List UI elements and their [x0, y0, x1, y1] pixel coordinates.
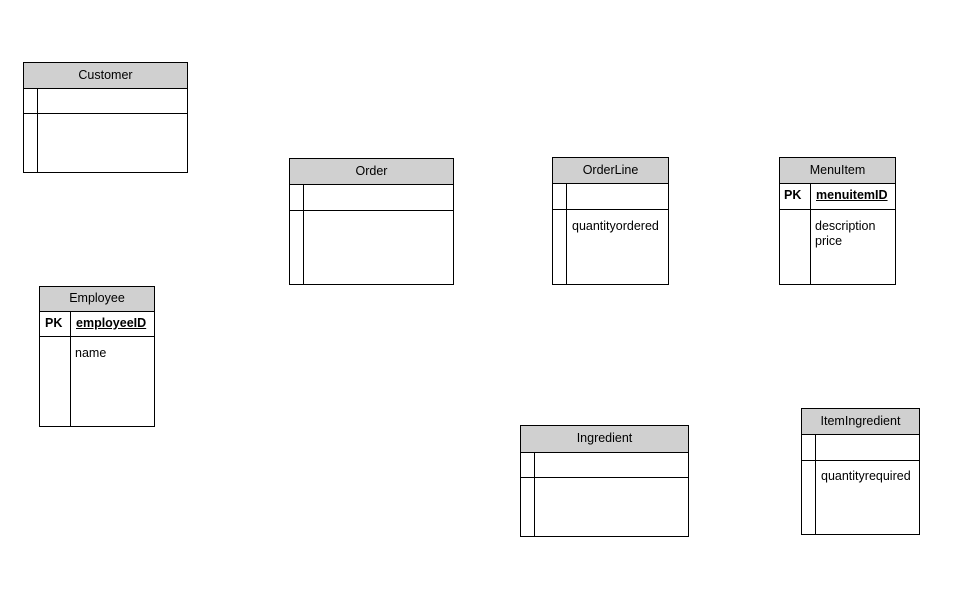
attribute: name: [75, 346, 107, 360]
pk-row: [24, 88, 187, 114]
entity-customer[interactable]: Customer: [23, 62, 188, 173]
entity-title: Ingredient: [521, 426, 688, 453]
attribute: price: [815, 234, 843, 248]
attribute: quantityrequired: [821, 469, 911, 483]
attribute-list: quantityordered: [572, 219, 659, 234]
column-divider: [534, 452, 535, 536]
entity-title: Customer: [24, 63, 187, 89]
column-divider: [566, 183, 567, 284]
entity-order[interactable]: Order: [289, 158, 454, 285]
entity-title: MenuItem: [780, 158, 895, 184]
entity-ingredient[interactable]: Ingredient: [520, 425, 689, 537]
pk-row: [802, 434, 919, 461]
column-divider: [815, 434, 816, 534]
column-divider: [303, 184, 304, 284]
entity-itemingredient[interactable]: ItemIngredient quantityrequired: [801, 408, 920, 535]
entity-title: ItemIngredient: [802, 409, 919, 435]
attribute: description: [815, 219, 876, 233]
column-divider: [810, 183, 811, 284]
entity-employee[interactable]: Employee PK employeeID name: [39, 286, 155, 427]
pk-row: [553, 183, 668, 210]
column-divider: [70, 311, 71, 426]
attribute-list: quantityrequired: [821, 469, 911, 484]
attribute: quantityordered: [572, 219, 659, 233]
attribute-list: description price: [815, 219, 875, 249]
pk-label: PK: [45, 316, 63, 330]
column-divider: [37, 88, 38, 172]
pk-row: [521, 452, 688, 478]
entity-title: Order: [290, 159, 453, 185]
pk-field: menuitemID: [816, 188, 888, 202]
pk-row: [290, 184, 453, 211]
pk-label: PK: [784, 188, 802, 202]
entity-menuitem[interactable]: MenuItem PK menuitemID description price: [779, 157, 896, 285]
pk-field: employeeID: [76, 316, 147, 330]
attribute-list: name: [75, 346, 106, 361]
entity-orderline[interactable]: OrderLine quantityordered: [552, 157, 669, 285]
entity-title: Employee: [40, 287, 154, 312]
entity-title: OrderLine: [553, 158, 668, 184]
